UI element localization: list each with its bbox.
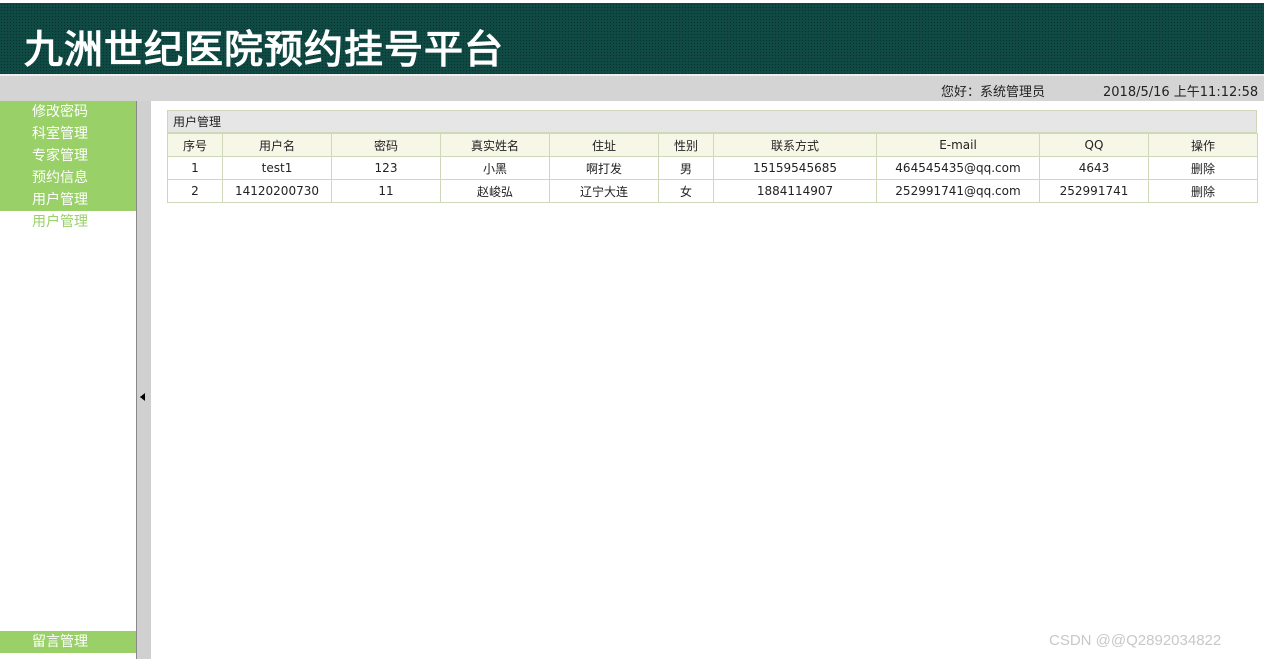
column-header-gender: 性别 [658, 133, 714, 157]
table-row: 2 14120200730 11 赵峻弘 辽宁大连 女 1884114907 2… [167, 179, 1258, 203]
page-header: 九洲世纪医院预约挂号平台 [0, 0, 1264, 74]
cell-phone: 15159545685 [713, 156, 877, 180]
sidebar-item-change-password[interactable]: 修改密码 [0, 101, 136, 123]
cell-phone: 1884114907 [713, 179, 877, 203]
delete-link[interactable]: 删除 [1148, 156, 1258, 180]
cell-address: 辽宁大连 [549, 179, 659, 203]
cell-real-name: 赵峻弘 [440, 179, 550, 203]
column-header-password: 密码 [331, 133, 441, 157]
current-datetime: 2018/5/16 上午11:12:58 [1103, 85, 1259, 100]
cell-gender: 男 [658, 156, 714, 180]
user-table: 序号 用户名 密码 真实姓名 住址 性别 联系方式 E-mail QQ 操作 1… [167, 133, 1258, 203]
panel-title: 用户管理 [167, 110, 1257, 133]
cell-qq: 252991741 [1039, 179, 1149, 203]
user-greeting: 您好：系统管理员 [941, 85, 1046, 100]
column-header-address: 住址 [549, 133, 659, 157]
sidebar: 修改密码 科室管理 专家管理 预约信息 用户管理 用户管理 留言管理 [0, 101, 136, 659]
sidebar-subitem-user-management[interactable]: 用户管理 [0, 211, 136, 233]
cell-address: 啊打发 [549, 156, 659, 180]
collapse-arrow-icon[interactable] [140, 393, 145, 401]
sidebar-item-user-management[interactable]: 用户管理 [0, 189, 136, 211]
column-header-real-name: 真实姓名 [440, 133, 550, 157]
cell-username: test1 [222, 156, 332, 180]
watermark: CSDN @@Q2892034822 [1049, 632, 1222, 649]
user-management-panel: 用户管理 序号 用户名 密码 真实姓名 住址 性别 联系方式 E-mail QQ… [167, 110, 1258, 203]
delete-link[interactable]: 删除 [1148, 179, 1258, 203]
column-header-username: 用户名 [222, 133, 332, 157]
sidebar-splitter[interactable] [136, 101, 151, 659]
cell-index: 2 [167, 179, 223, 203]
status-bar: 您好：系统管理员 2018/5/16 上午11:12:58 [0, 74, 1264, 101]
column-header-action: 操作 [1148, 133, 1258, 157]
cell-gender: 女 [658, 179, 714, 203]
cell-index: 1 [167, 156, 223, 180]
column-header-index: 序号 [167, 133, 223, 157]
column-header-phone: 联系方式 [713, 133, 877, 157]
sidebar-item-message-management[interactable]: 留言管理 [0, 631, 136, 653]
table-row: 1 test1 123 小黑 啊打发 男 15159545685 4645454… [167, 156, 1258, 180]
cell-real-name: 小黑 [440, 156, 550, 180]
column-header-email: E-mail [876, 133, 1040, 157]
table-header-row: 序号 用户名 密码 真实姓名 住址 性别 联系方式 E-mail QQ 操作 [167, 133, 1258, 157]
cell-email: 252991741@qq.com [876, 179, 1040, 203]
column-header-qq: QQ [1039, 133, 1149, 157]
sidebar-item-expert-management[interactable]: 专家管理 [0, 145, 136, 167]
cell-email: 464545435@qq.com [876, 156, 1040, 180]
sidebar-item-appointment-info[interactable]: 预约信息 [0, 167, 136, 189]
cell-qq: 4643 [1039, 156, 1149, 180]
site-title: 九洲世纪医院预约挂号平台 [24, 28, 505, 73]
cell-username: 14120200730 [222, 179, 332, 203]
sidebar-item-department-management[interactable]: 科室管理 [0, 123, 136, 145]
cell-password: 123 [331, 156, 441, 180]
cell-password: 11 [331, 179, 441, 203]
